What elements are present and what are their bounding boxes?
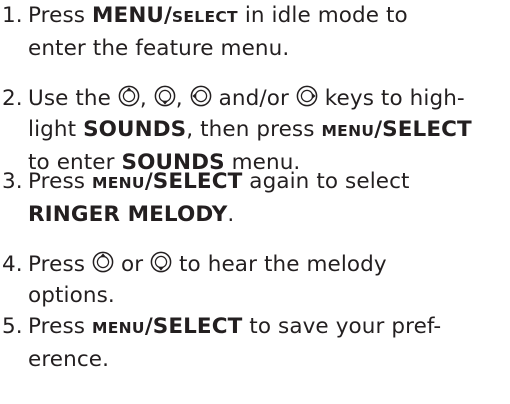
text: Press — [28, 3, 93, 28]
text: light — [28, 117, 84, 142]
text: to hear the melody — [172, 252, 387, 277]
step-5-line-1: 5. Press MENU/SELECT to save your pref- — [2, 311, 507, 344]
step-2-line-2: light SOUNDS, then press MENU/SELECT — [2, 114, 507, 147]
step-2: 2. Use the , , and/or keys to high- light… — [2, 83, 507, 178]
step-3: 3. Press MENU/SELECT again to select RING… — [2, 166, 507, 230]
step-number: 3. — [2, 169, 23, 194]
menu-key-label: MENU — [92, 319, 145, 337]
step-number: 5. — [2, 314, 23, 339]
menu-key-label: MENU — [92, 174, 145, 192]
text: erence. — [28, 347, 110, 372]
text: , — [139, 86, 154, 111]
step-number: 2. — [2, 86, 23, 111]
menu-key-label: MENU — [321, 122, 375, 140]
step-4-line-1: 4. Press or to hear the melody — [2, 249, 507, 280]
nav-down-key-icon — [150, 251, 172, 273]
step-4: 4. Press or to hear the melody options. — [2, 249, 507, 311]
select-key-label: /SELECT — [144, 169, 243, 194]
step-2-line-1: 2. Use the , , and/or keys to high- — [2, 83, 507, 114]
step-number: 1. — [2, 3, 23, 28]
ringer-melody-label: RINGER MELODY — [28, 202, 228, 227]
nav-left-key-icon — [190, 85, 212, 107]
menu-key-label: MENU — [92, 3, 164, 28]
text: Press — [28, 314, 93, 339]
text: enter the feature menu. — [28, 36, 290, 61]
nav-right-key-icon — [296, 85, 318, 107]
select-key-label: /SELECT — [374, 117, 472, 142]
step-1-line-2: enter the feature menu. — [2, 33, 507, 64]
text: options. — [28, 283, 115, 308]
step-1: 1. Press MENU/SELECT in idle mode to ente… — [2, 0, 507, 64]
text: or — [114, 252, 151, 277]
nav-down-key-icon — [154, 85, 176, 107]
step-5: 5. Press MENU/SELECT to save your pref- e… — [2, 311, 507, 375]
text: again to select — [242, 169, 410, 194]
step-3-line-1: 3. Press MENU/SELECT again to select — [2, 166, 507, 199]
slash: / — [163, 3, 172, 28]
step-5-line-2: erence. — [2, 344, 507, 375]
text: Use the — [28, 86, 118, 111]
text: , — [175, 86, 190, 111]
select-key-label: /SELECT — [144, 314, 243, 339]
step-3-line-2: RINGER MELODY. — [2, 199, 507, 230]
text: , then press — [186, 117, 322, 142]
sounds-label: SOUNDS — [83, 117, 187, 142]
text: Press — [28, 252, 93, 277]
step-1-line-1: 1. Press MENU/SELECT in idle mode to — [2, 0, 507, 33]
step-number: 4. — [2, 252, 23, 277]
text: . — [227, 202, 235, 227]
nav-up-key-icon — [118, 85, 140, 107]
text: in idle mode to — [237, 3, 408, 28]
step-4-line-2: options. — [2, 280, 507, 311]
text: Press — [28, 169, 93, 194]
nav-up-key-icon — [92, 251, 114, 273]
text: to save your pref- — [242, 314, 442, 339]
select-key-label: SELECT — [171, 8, 238, 26]
text: keys to high- — [317, 86, 465, 111]
text: and/or — [211, 86, 296, 111]
